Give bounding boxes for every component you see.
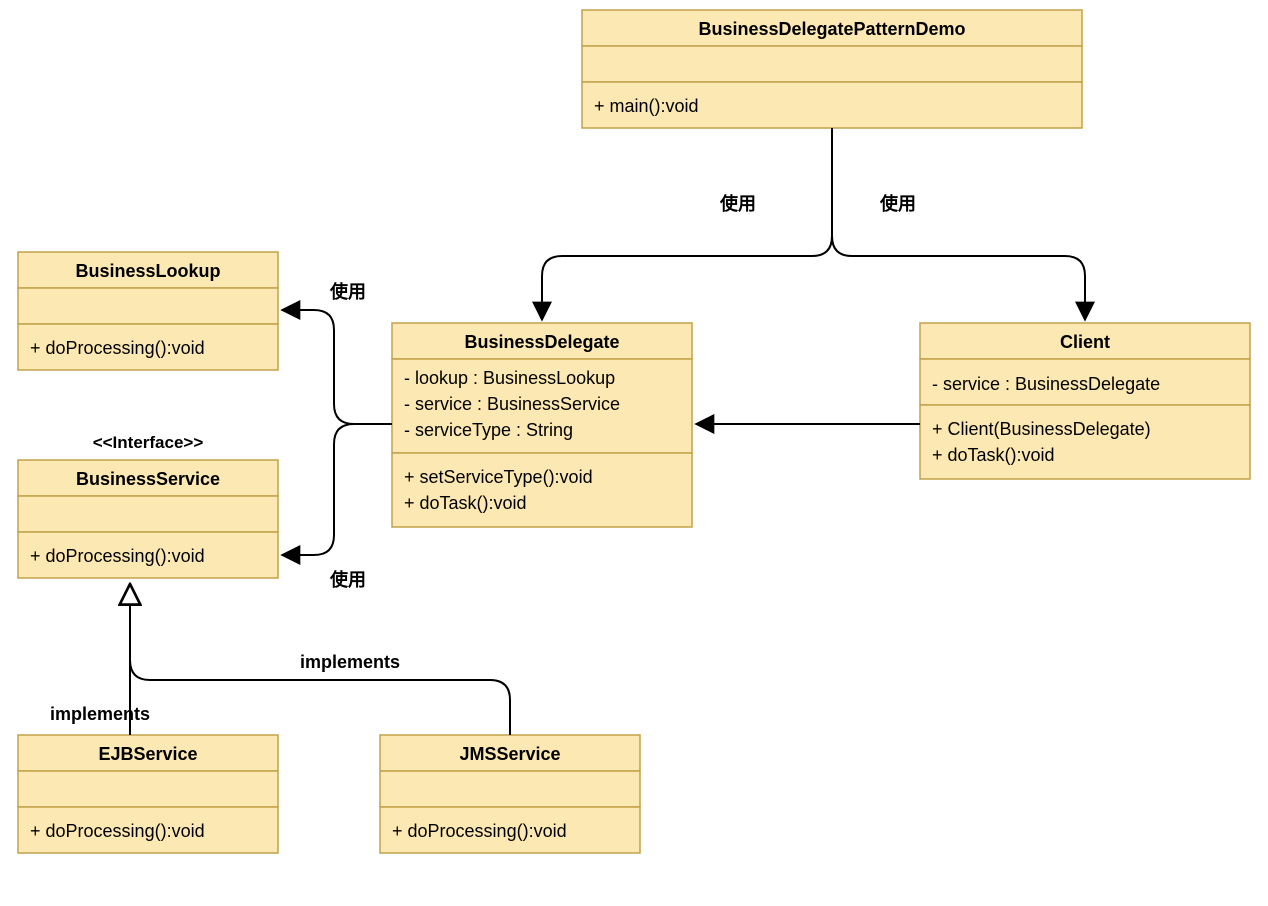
class-demo-name: BusinessDelegatePatternDemo: [698, 19, 965, 39]
class-lookup-method-0: + doProcessing():void: [30, 338, 205, 358]
class-delegate: BusinessDelegate - lookup : BusinessLook…: [392, 323, 692, 527]
edge-ejb-service-label: implements: [50, 704, 150, 724]
class-delegate-name: BusinessDelegate: [464, 332, 619, 352]
class-client: Client - service : BusinessDelegate + Cl…: [920, 323, 1250, 479]
class-ejb-method-0: + doProcessing():void: [30, 821, 205, 841]
class-delegate-method-0: + setServiceType():void: [404, 467, 593, 487]
class-ejb: EJBService + doProcessing():void: [18, 735, 278, 853]
class-demo: BusinessDelegatePatternDemo + main():voi…: [582, 10, 1082, 128]
class-lookup-name: BusinessLookup: [75, 261, 220, 281]
class-client-method-1: + doTask():void: [932, 445, 1055, 465]
edge-delegate-service: [282, 424, 392, 555]
class-lookup: BusinessLookup + doProcessing():void: [18, 252, 278, 370]
class-client-attr-0: - service : BusinessDelegate: [932, 374, 1160, 394]
class-service-stereotype: <<Interface>>: [93, 433, 204, 452]
class-delegate-attr-2: - serviceType : String: [404, 420, 573, 440]
class-ejb-name: EJBService: [98, 744, 197, 764]
edge-demo-client: [832, 128, 1085, 320]
class-service-method-0: + doProcessing():void: [30, 546, 205, 566]
edge-delegate-lookup-label: 使用: [329, 282, 366, 302]
class-service-name: BusinessService: [76, 469, 220, 489]
edge-delegate-service-label: 使用: [329, 570, 366, 590]
edge-demo-delegate: [542, 128, 832, 320]
edge-delegate-lookup: [282, 310, 392, 424]
class-delegate-attr-0: - lookup : BusinessLookup: [404, 368, 615, 388]
class-client-name: Client: [1060, 332, 1110, 352]
class-demo-method-0: + main():void: [594, 96, 699, 116]
class-delegate-method-1: + doTask():void: [404, 493, 527, 513]
class-jms: JMSService + doProcessing():void: [380, 735, 640, 853]
class-service: <<Interface>> BusinessService + doProces…: [18, 433, 278, 578]
class-jms-method-0: + doProcessing():void: [392, 821, 567, 841]
edge-demo-client-label: 使用: [879, 194, 916, 214]
class-jms-name: JMSService: [459, 744, 560, 764]
edge-demo-delegate-label: 使用: [719, 194, 756, 214]
edge-jms-service-label: implements: [300, 652, 400, 672]
class-client-method-0: + Client(BusinessDelegate): [932, 419, 1151, 439]
uml-diagram: BusinessDelegatePatternDemo + main():voi…: [0, 0, 1268, 906]
class-delegate-attr-1: - service : BusinessService: [404, 394, 620, 414]
